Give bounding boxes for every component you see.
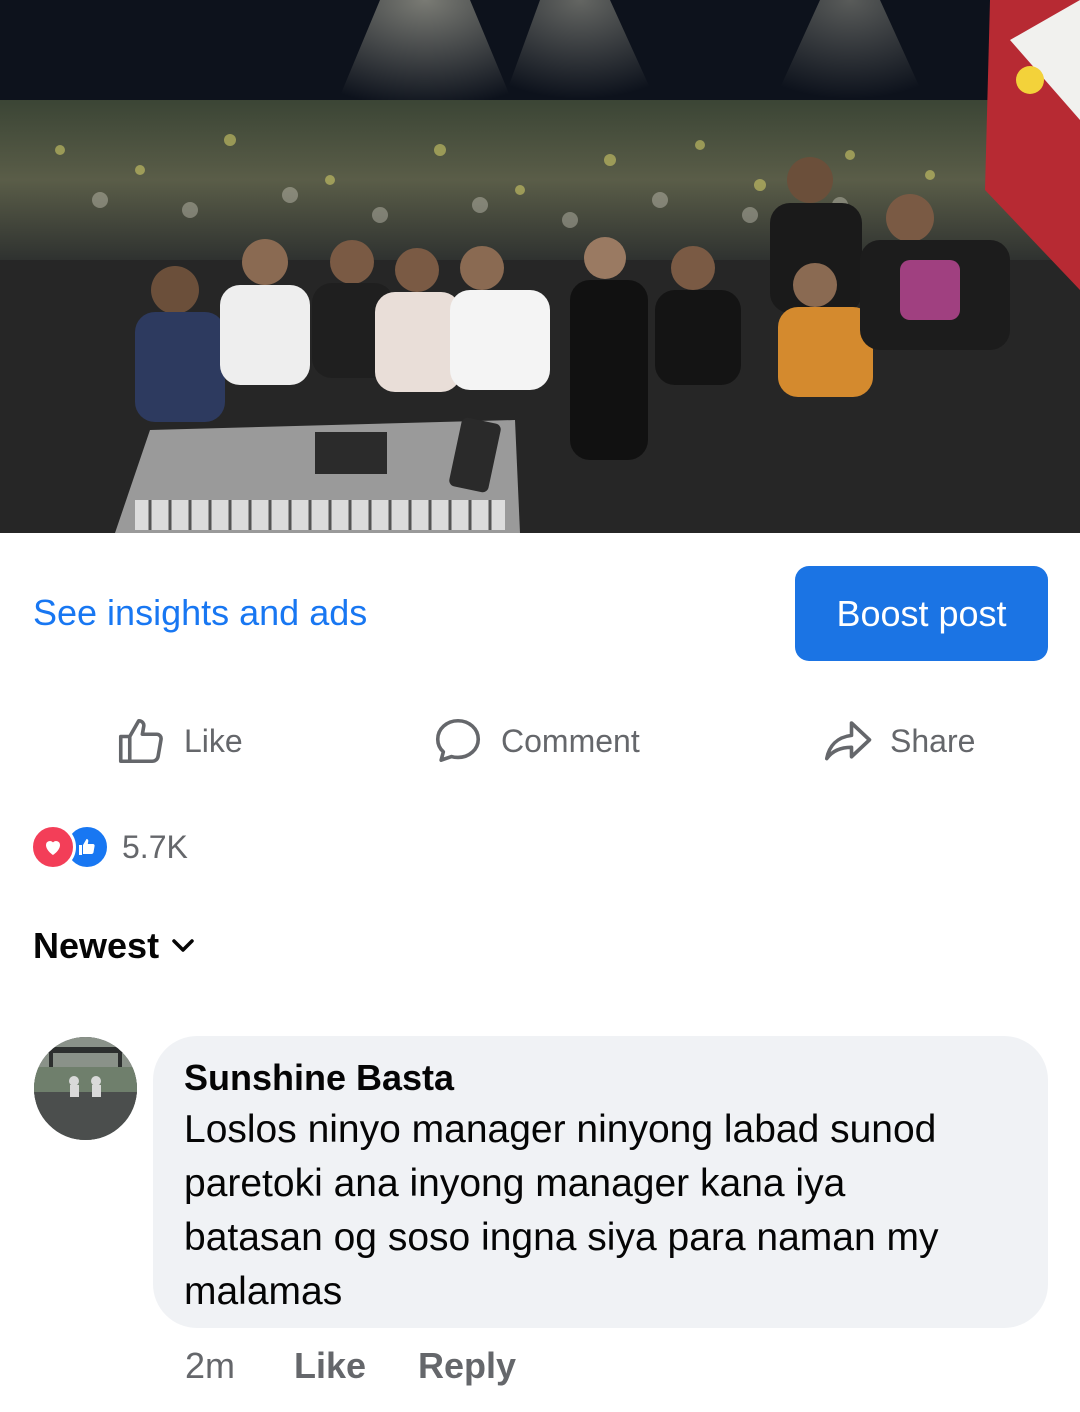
sort-label: Newest (33, 925, 160, 966)
comment-timestamp: 2m (185, 1345, 236, 1386)
comment-author[interactable]: Sunshine Basta (184, 1054, 1018, 1102)
comments-sort-dropdown[interactable]: Newest (33, 925, 195, 967)
comment-like-button[interactable]: Like (294, 1340, 366, 1392)
like-label: Like (184, 722, 243, 759)
boost-post-button[interactable]: Boost post (795, 566, 1048, 661)
reactions-summary[interactable]: 5.7K (30, 823, 188, 871)
post-action-bar: Like Comment Share (0, 710, 1080, 772)
reaction-count: 5.7K (122, 828, 188, 865)
comment-bubble-icon (435, 718, 481, 762)
like-button[interactable]: Like (114, 710, 243, 772)
avatar-image (34, 1037, 137, 1140)
commenter-avatar[interactable] (34, 1037, 137, 1140)
thumbs-up-icon (118, 718, 163, 764)
comment-reply-button[interactable]: Reply (418, 1340, 516, 1392)
chevron-down-icon (172, 939, 194, 952)
comment-text: Loslos ninyo manager ninyong labad sunod… (184, 1108, 939, 1313)
post-photo[interactable] (0, 0, 1080, 533)
share-label: Share (890, 722, 976, 759)
concert-photo-illustration (0, 0, 1080, 533)
comment-label: Comment (501, 722, 640, 759)
comment-bubble[interactable]: Sunshine Basta Loslos ninyo manager niny… (153, 1036, 1048, 1328)
share-arrow-icon (824, 721, 872, 761)
share-button[interactable]: Share (820, 710, 975, 772)
love-reaction-icon (30, 824, 76, 870)
see-insights-link[interactable]: See insights and ads (33, 592, 367, 634)
comment-button[interactable]: Comment (431, 710, 640, 772)
